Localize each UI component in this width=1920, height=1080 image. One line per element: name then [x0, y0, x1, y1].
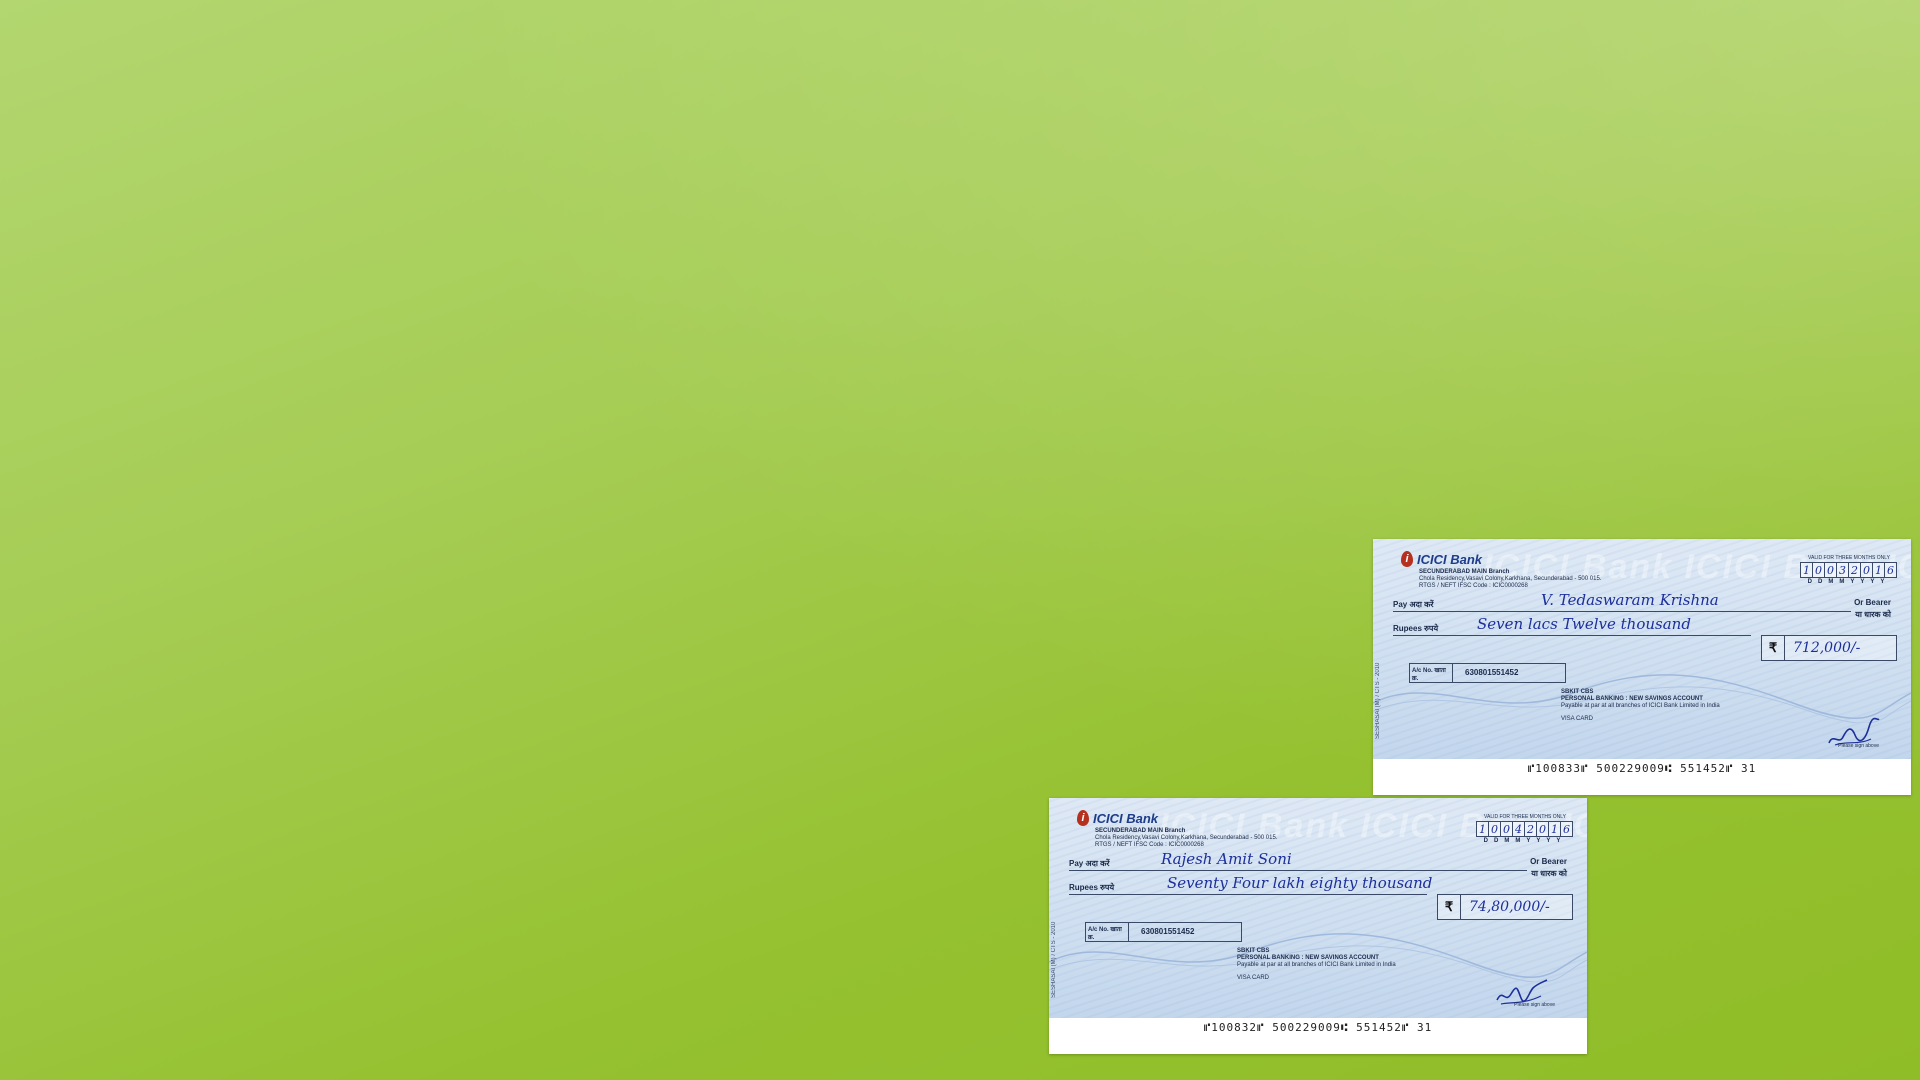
- branch-name: SECUNDERABAD MAIN Branch: [1095, 828, 1186, 834]
- payee-line: [1393, 611, 1851, 612]
- account-type: SBKIT CBS PERSONAL BANKING : NEW SAVINGS…: [1237, 948, 1396, 982]
- amount-in-figures: 712,000/-: [1793, 640, 1861, 656]
- bank-logo-icon: i: [1077, 810, 1089, 826]
- cheque-image: ICICI Bank ICICI Bank ICICI Bank SESHASA…: [1049, 798, 1587, 1054]
- account-type-name: PERSONAL BANKING : NEW SAVINGS ACCOUNT: [1561, 696, 1703, 702]
- branch-name: SECUNDERABAD MAIN Branch: [1419, 569, 1510, 575]
- or-bearer-text: Or Bearer: [1530, 857, 1567, 866]
- or-bearer-label: Or Bearer या धारक को: [1854, 597, 1891, 621]
- validity-note: VALID FOR THREE MONTHS ONLY: [1484, 814, 1566, 820]
- printer-code: SESHASAI (M) / CTS - 2010: [1375, 662, 1381, 739]
- bank-logo: i ICICI Bank: [1401, 551, 1482, 567]
- bank-logo-icon: i: [1401, 551, 1413, 567]
- date-digit: 6: [1560, 821, 1573, 837]
- amount-box: ₹ 712,000/-: [1761, 635, 1897, 661]
- cheque-face: ICICI Bank ICICI Bank ICICI Bank SESHASA…: [1049, 798, 1587, 1018]
- payable-note: Payable at par at all branches of ICICI …: [1237, 962, 1396, 968]
- account-code: SBKIT CBS: [1237, 948, 1270, 954]
- rupee-icon: ₹: [1438, 895, 1461, 919]
- amount-words-line: [1393, 635, 1751, 636]
- amount-box: ₹ 74,80,000/-: [1437, 894, 1573, 920]
- payee-name: Rajesh Amit Soni: [1161, 850, 1292, 868]
- bank-name: ICICI Bank: [1093, 810, 1159, 826]
- account-code: SBKIT CBS: [1561, 689, 1594, 695]
- branch-address: Chola Residency,Vasavi Colony,Karkhana, …: [1095, 835, 1278, 841]
- date-digit: 6: [1884, 562, 1897, 578]
- sign-above-label: Please sign above: [1838, 743, 1879, 749]
- payee-name: V. Tedaswaram Krishna: [1541, 591, 1719, 609]
- bank-logo: i ICICI Bank: [1077, 810, 1158, 826]
- account-number-box: A/c No. खाता क्र. 630801551452: [1085, 922, 1242, 942]
- or-bearer-hindi: या धारक को: [1531, 869, 1567, 878]
- rupees-label: Rupees रुपये: [1069, 883, 1115, 892]
- account-type: SBKIT CBS PERSONAL BANKING : NEW SAVINGS…: [1561, 689, 1720, 723]
- pay-label: Pay अदा करें: [1069, 859, 1110, 868]
- amount-in-words: Seven lacs Twelve thousand: [1477, 615, 1691, 633]
- account-number-label: A/c No. खाता क्र.: [1086, 923, 1129, 941]
- amount-in-figures: 74,80,000/-: [1469, 899, 1550, 915]
- date-legend: DDMMYYYY: [1807, 579, 1891, 585]
- cheque-face: ICICI Bank ICICI Bank ICICI Bank SESHASA…: [1373, 539, 1911, 759]
- card-label: VISA CARD: [1561, 716, 1594, 722]
- amount-words-line: [1069, 894, 1427, 895]
- cheque-image: ICICI Bank ICICI Bank ICICI Bank SESHASA…: [1373, 539, 1911, 795]
- account-number-box: A/c No. खाता क्र. 630801551452: [1409, 663, 1566, 683]
- or-bearer-hindi: या धारक को: [1855, 610, 1891, 619]
- branch-details: SECUNDERABAD MAIN Branch Chola Residency…: [1095, 828, 1277, 849]
- card-label: VISA CARD: [1237, 975, 1270, 981]
- rupee-icon: ₹: [1762, 636, 1785, 660]
- payee-line: [1069, 870, 1527, 871]
- ifsc-code: RTGS / NEFT IFSC Code : ICIC0000268: [1095, 842, 1204, 848]
- micr-code: ⑈100833⑈ 500229009⑆ 551452⑈ 31: [1527, 762, 1757, 775]
- branch-address: Chola Residency,Vasavi Colony,Karkhana, …: [1419, 576, 1602, 582]
- date-section: VALID FOR THREE MONTHS ONLY 1 0 0 3 2 0 …: [1800, 555, 1897, 585]
- printer-code: SESHASAI (M) / CTS - 2010: [1051, 921, 1057, 998]
- payable-note: Payable at par at all branches of ICICI …: [1561, 703, 1720, 709]
- sign-above-label: Please sign above: [1514, 1002, 1555, 1008]
- account-type-name: PERSONAL BANKING : NEW SAVINGS ACCOUNT: [1237, 955, 1379, 961]
- amount-in-words: Seventy Four lakh eighty thousand: [1167, 874, 1433, 892]
- account-number: 630801551452: [1141, 927, 1195, 936]
- date-section: VALID FOR THREE MONTHS ONLY 1 0 0 4 2 0 …: [1476, 814, 1573, 844]
- account-number-label: A/c No. खाता क्र.: [1410, 664, 1453, 682]
- micr-code: ⑈100832⑈ 500229009⑆ 551452⑈ 31: [1203, 1021, 1433, 1034]
- date-boxes: 1 0 0 3 2 0 1 6: [1800, 562, 1897, 578]
- date-boxes: 1 0 0 4 2 0 1 6: [1476, 821, 1573, 837]
- validity-note: VALID FOR THREE MONTHS ONLY: [1808, 555, 1890, 561]
- date-legend: DDMMYYYY: [1483, 838, 1567, 844]
- or-bearer-text: Or Bearer: [1854, 598, 1891, 607]
- or-bearer-label: Or Bearer या धारक को: [1530, 856, 1567, 880]
- rupees-label: Rupees रुपये: [1393, 624, 1439, 633]
- bank-name: ICICI Bank: [1417, 551, 1483, 567]
- branch-details: SECUNDERABAD MAIN Branch Chola Residency…: [1419, 569, 1601, 590]
- pay-label: Pay अदा करें: [1393, 600, 1434, 609]
- account-number: 630801551452: [1465, 668, 1519, 677]
- ifsc-code: RTGS / NEFT IFSC Code : ICIC0000268: [1419, 583, 1528, 589]
